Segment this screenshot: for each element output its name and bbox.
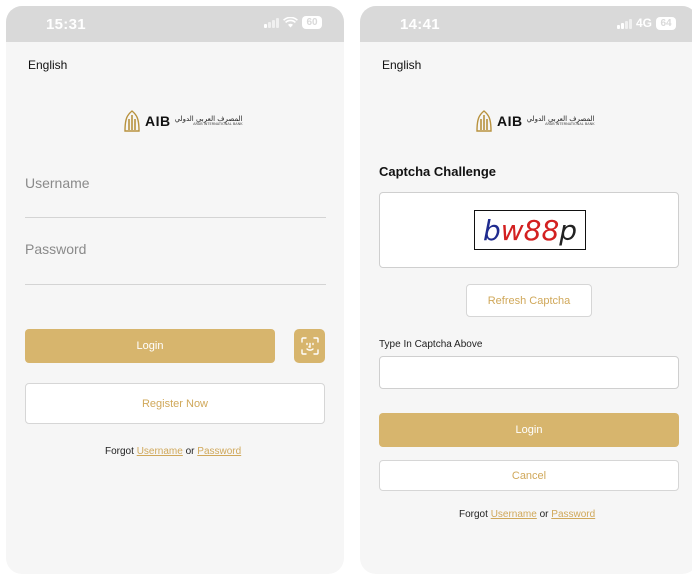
logo-text: AIB: [497, 113, 523, 129]
username-input[interactable]: Username: [25, 175, 90, 191]
logo-english: ARAB INTERNATIONAL BANK: [545, 121, 595, 126]
logo-subtitle: المصرف العربي الدولي ARAB INTERNATIONAL …: [175, 115, 243, 127]
status-time: 15:31: [46, 16, 86, 33]
status-bar: 14:41 4G 64: [360, 6, 692, 42]
login-screen: 15:31 60 English AIB المصرف العربي الدول…: [6, 6, 344, 574]
status-icons: 4G 64: [616, 16, 676, 30]
battery-icon: 64: [656, 16, 676, 30]
login-button[interactable]: Login: [25, 329, 275, 363]
bank-logo: AIB المصرف العربي الدولي ARAB INTERNATIO…: [123, 110, 243, 132]
forgot-or: or: [182, 446, 198, 457]
forgot-credentials: Forgot Username or Password: [459, 509, 595, 520]
status-time: 14:41: [400, 16, 440, 33]
captcha-title: Captcha Challenge: [379, 164, 497, 179]
captcha-char-1: b: [482, 213, 501, 247]
captcha-image: b w88 p: [474, 210, 586, 250]
captcha-char-3: p: [559, 213, 578, 247]
face-id-button[interactable]: [294, 329, 325, 363]
forgot-username-link[interactable]: Username: [491, 509, 537, 520]
status-bar: 15:31 60: [6, 6, 344, 42]
forgot-or: or: [536, 509, 552, 520]
captcha-screen: 14:41 4G 64 English AIB المصرف العربي ال…: [360, 6, 692, 574]
logo-text: AIB: [145, 113, 171, 129]
login-button[interactable]: Login: [379, 413, 679, 447]
battery-icon: 60: [302, 16, 322, 29]
password-input[interactable]: Password: [25, 241, 86, 257]
aib-logo-icon: [476, 110, 492, 132]
forgot-username-link[interactable]: Username: [137, 446, 183, 457]
aib-logo-icon: [124, 110, 140, 132]
captcha-input[interactable]: [379, 356, 679, 389]
forgot-password-link[interactable]: Password: [551, 509, 595, 520]
bank-logo: AIB المصرف العربي الدولي ARAB INTERNATIO…: [475, 110, 595, 132]
status-icons: 60: [264, 16, 322, 29]
forgot-prefix: Forgot: [105, 446, 137, 457]
logo-subtitle: المصرف العربي الدولي ARAB INTERNATIONAL …: [527, 115, 595, 127]
signal-icon: [616, 18, 632, 29]
register-button[interactable]: Register Now: [25, 383, 325, 424]
language-selector[interactable]: English: [382, 58, 421, 72]
username-underline: [25, 217, 326, 218]
cancel-button[interactable]: Cancel: [379, 460, 679, 491]
logo-english: ARAB INTERNATIONAL BANK: [193, 121, 243, 126]
signal-icon: [264, 17, 279, 28]
forgot-credentials: Forgot Username or Password: [105, 446, 241, 457]
password-underline: [25, 284, 326, 285]
forgot-password-link[interactable]: Password: [197, 446, 241, 457]
captcha-input-label: Type In Captcha Above: [379, 339, 483, 350]
captcha-box: b w88 p: [379, 192, 679, 268]
language-selector[interactable]: English: [28, 58, 67, 72]
refresh-captcha-button[interactable]: Refresh Captcha: [466, 284, 592, 317]
captcha-char-2: w88: [500, 213, 560, 247]
wifi-icon: [283, 17, 298, 28]
face-id-icon: [300, 337, 319, 355]
forgot-prefix: Forgot: [459, 509, 491, 520]
network-type: 4G: [635, 16, 652, 30]
